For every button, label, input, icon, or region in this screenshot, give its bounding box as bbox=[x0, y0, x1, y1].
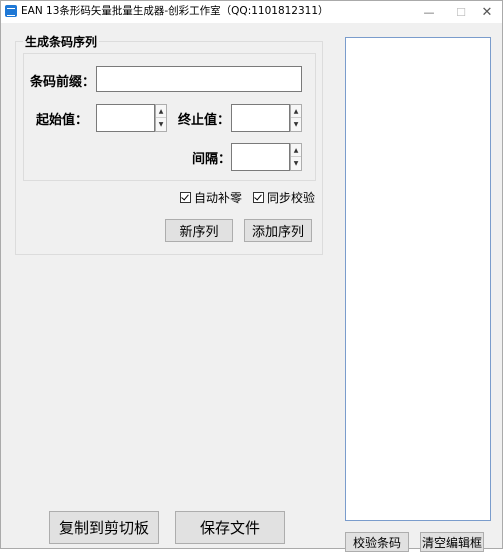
save-file-button[interactable]: 保存文件 bbox=[175, 511, 285, 544]
spin-down-icon[interactable]: ▼ bbox=[291, 118, 301, 131]
copy-to-clipboard-button[interactable]: 复制到剪切板 bbox=[49, 511, 159, 544]
app-window: EAN 13条形码矢量批量生成器-创彩工作室（QQ:1101812311） — … bbox=[0, 0, 503, 552]
window-title: EAN 13条形码矢量批量生成器-创彩工作室（QQ:1101812311） bbox=[21, 5, 329, 17]
clear-editor-button[interactable]: 清空编辑框 bbox=[420, 532, 484, 552]
interval-label: 间隔： bbox=[192, 152, 232, 167]
sync-check-checkbox[interactable]: 同步校验 bbox=[253, 189, 315, 206]
start-value-input[interactable] bbox=[96, 104, 155, 132]
spin-up-icon[interactable]: ▲ bbox=[291, 105, 301, 118]
new-sequence-button[interactable]: 新序列 bbox=[165, 219, 233, 242]
barcode-output-textarea[interactable] bbox=[345, 37, 491, 521]
app-icon bbox=[5, 5, 17, 17]
close-button[interactable]: ✕ bbox=[471, 1, 503, 23]
start-value-label: 起始值： bbox=[36, 113, 89, 128]
spin-down-icon[interactable]: ▼ bbox=[291, 157, 301, 170]
auto-pad-label: 自动补零 bbox=[194, 191, 243, 205]
spin-up-icon[interactable]: ▲ bbox=[156, 105, 166, 118]
title-bar[interactable]: EAN 13条形码矢量批量生成器-创彩工作室（QQ:1101812311） — … bbox=[1, 1, 502, 23]
spin-up-icon[interactable]: ▲ bbox=[291, 144, 301, 157]
minimize-button[interactable]: — bbox=[413, 1, 445, 23]
checkbox-checked-icon[interactable] bbox=[180, 192, 191, 203]
interval-input[interactable] bbox=[231, 143, 290, 171]
sync-check-label: 同步校验 bbox=[267, 191, 316, 205]
start-value-spinner[interactable]: ▲ ▼ bbox=[155, 104, 167, 132]
group-title: 生成条码序列 bbox=[23, 33, 100, 50]
verify-barcode-button[interactable]: 校验条码 bbox=[345, 532, 409, 552]
spin-down-icon[interactable]: ▼ bbox=[156, 118, 166, 131]
add-sequence-button[interactable]: 添加序列 bbox=[244, 219, 312, 242]
end-value-label: 终止值： bbox=[178, 113, 231, 128]
interval-spinner[interactable]: ▲ ▼ bbox=[290, 143, 302, 171]
auto-pad-checkbox[interactable]: 自动补零 bbox=[180, 189, 242, 206]
prefix-input[interactable] bbox=[96, 66, 302, 92]
checkbox-checked-icon[interactable] bbox=[253, 192, 264, 203]
prefix-label: 条码前缀： bbox=[30, 75, 96, 90]
end-value-spinner[interactable]: ▲ ▼ bbox=[290, 104, 302, 132]
end-value-input[interactable] bbox=[231, 104, 290, 132]
